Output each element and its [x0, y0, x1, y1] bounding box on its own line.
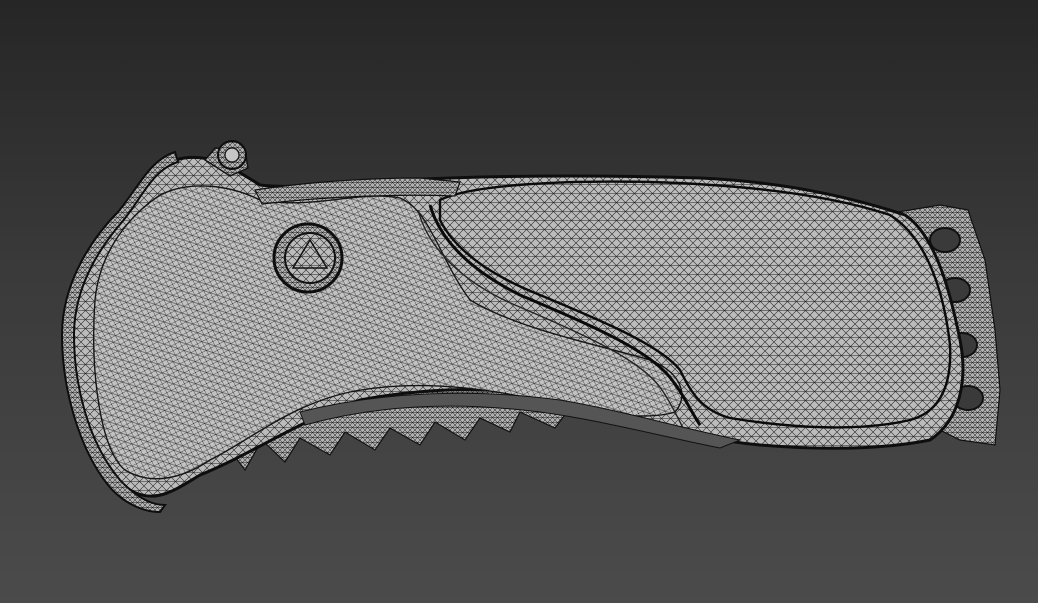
knife-handle-mesh[interactable]	[60, 150, 1001, 514]
thumb-stud-center	[224, 147, 240, 163]
pivot-screw[interactable]	[272, 222, 344, 294]
3d-viewport[interactable]	[0, 0, 1038, 603]
lanyard-hole-1	[929, 227, 961, 253]
viewport-canvas[interactable]	[0, 0, 1038, 603]
